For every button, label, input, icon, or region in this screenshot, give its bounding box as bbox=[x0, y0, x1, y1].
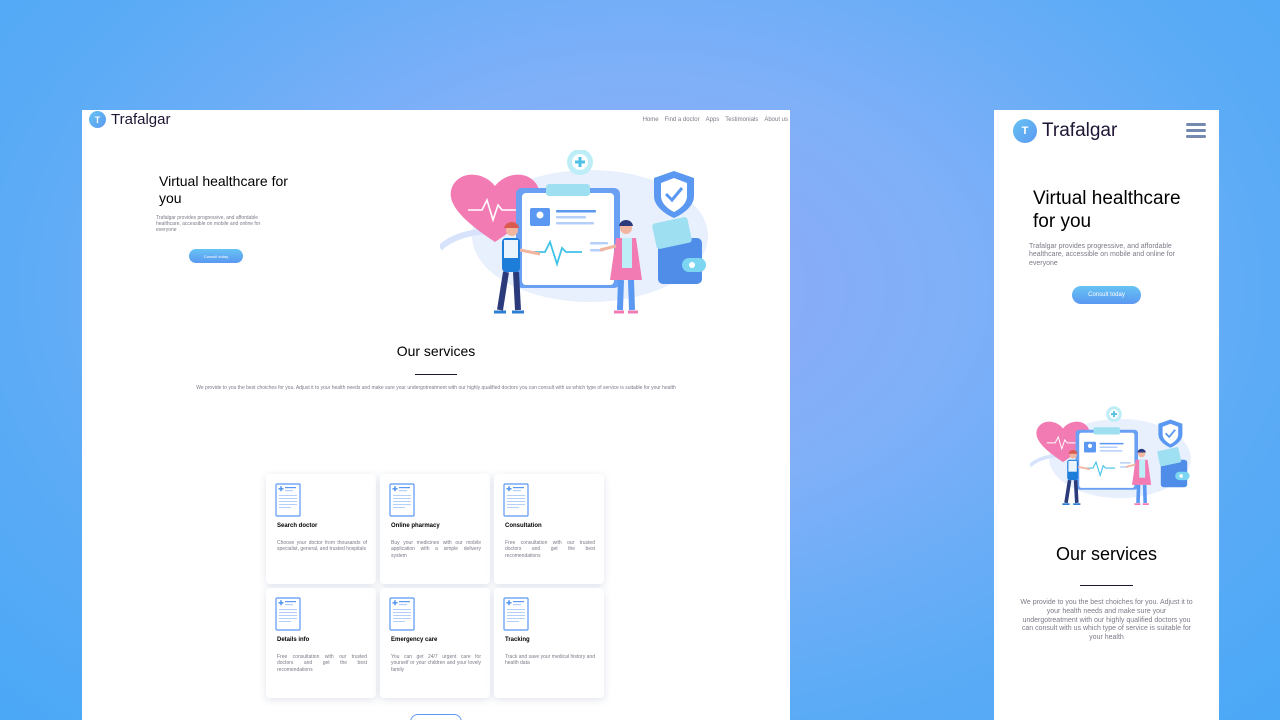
consult-today-button[interactable]: Consult today bbox=[1072, 286, 1141, 304]
hero-text: Trafalgar provides progressive, and affo… bbox=[1029, 243, 1175, 267]
nav-testimonials[interactable]: Testimonials bbox=[725, 117, 758, 123]
services-divider bbox=[415, 374, 457, 375]
services-text: We provide to you the best choiches for … bbox=[196, 385, 676, 391]
services-title: Our services bbox=[1055, 544, 1158, 564]
service-card-text: Free consultation with our trusted docto… bbox=[505, 540, 595, 559]
document-icon bbox=[275, 483, 301, 517]
service-card-search-doctor[interactable]: Search doctor Choose your doctor from th… bbox=[266, 474, 376, 584]
logo-text: Trafalgar bbox=[111, 111, 171, 128]
service-card-online-pharmacy[interactable]: Online pharmacy Buy your medicines with … bbox=[380, 474, 490, 584]
service-card-title: Search doctor bbox=[277, 523, 318, 529]
nav-about-us[interactable]: About us bbox=[764, 117, 788, 123]
service-card-text: Free consultation with our trusted docto… bbox=[277, 654, 367, 673]
document-icon bbox=[389, 483, 415, 517]
doctor-clipboard-heart-illustration bbox=[1030, 390, 1192, 527]
logo-text: Trafalgar bbox=[1042, 120, 1118, 141]
services-title: Our services bbox=[396, 343, 476, 359]
document-icon bbox=[389, 597, 415, 631]
consult-today-button[interactable]: Consult today bbox=[189, 249, 243, 263]
doctor-clipboard-heart-illustration bbox=[440, 150, 710, 322]
hero-title: Virtual healthcare for you bbox=[1033, 188, 1181, 232]
service-card-tracking[interactable]: Tracking Track and save your medical his… bbox=[494, 588, 604, 698]
hero-title: Virtual healthcare for you bbox=[159, 173, 288, 206]
desktop-preview: T Trafalgar Home Find a doctor Apps Test… bbox=[82, 110, 790, 720]
services-divider bbox=[1080, 585, 1133, 586]
nav-apps[interactable]: Apps bbox=[706, 117, 720, 123]
services-grid: Search doctor Choose your doctor from th… bbox=[266, 474, 607, 698]
learn-more-button[interactable] bbox=[410, 714, 462, 720]
services-text: We provide to you the best choiches for … bbox=[1020, 599, 1193, 641]
service-card-details-info[interactable]: Details info Free consultation with our … bbox=[266, 588, 376, 698]
service-card-emergency-care[interactable]: Emergency care You can get 24/7 urgent c… bbox=[380, 588, 490, 698]
logo[interactable]: T Trafalgar bbox=[1013, 119, 1117, 143]
service-card-title: Details info bbox=[277, 637, 310, 643]
logo-badge-icon: T bbox=[89, 111, 106, 128]
document-icon bbox=[503, 597, 529, 631]
nav-home[interactable]: Home bbox=[643, 117, 659, 123]
service-card-text: Choose your doctor from thousands of spe… bbox=[277, 540, 367, 553]
service-card-title: Consultation bbox=[505, 523, 542, 529]
hero-text: Trafalgar provides progressive, and affo… bbox=[156, 215, 261, 233]
service-card-title: Online pharmacy bbox=[391, 523, 440, 529]
service-card-text: Track and save your medical history and … bbox=[505, 654, 595, 667]
main-nav: Home Find a doctor Apps Testimonials Abo… bbox=[643, 117, 788, 123]
service-card-text: Buy your medicines with our mobile appli… bbox=[391, 540, 481, 559]
document-icon bbox=[503, 483, 529, 517]
logo[interactable]: T Trafalgar bbox=[89, 111, 170, 128]
service-card-consultation[interactable]: Consultation Free consultation with our … bbox=[494, 474, 604, 584]
nav-find-doctor[interactable]: Find a doctor bbox=[665, 117, 700, 123]
service-card-title: Emergency care bbox=[391, 637, 438, 643]
hamburger-menu-icon[interactable] bbox=[1186, 123, 1206, 140]
document-icon bbox=[275, 597, 301, 631]
logo-badge-icon: T bbox=[1013, 119, 1037, 143]
service-card-title: Tracking bbox=[505, 637, 530, 643]
service-card-text: You can get 24/7 urgent care for yoursel… bbox=[391, 654, 481, 673]
mobile-preview: T Trafalgar Virtual healthcare for you T… bbox=[994, 110, 1219, 720]
